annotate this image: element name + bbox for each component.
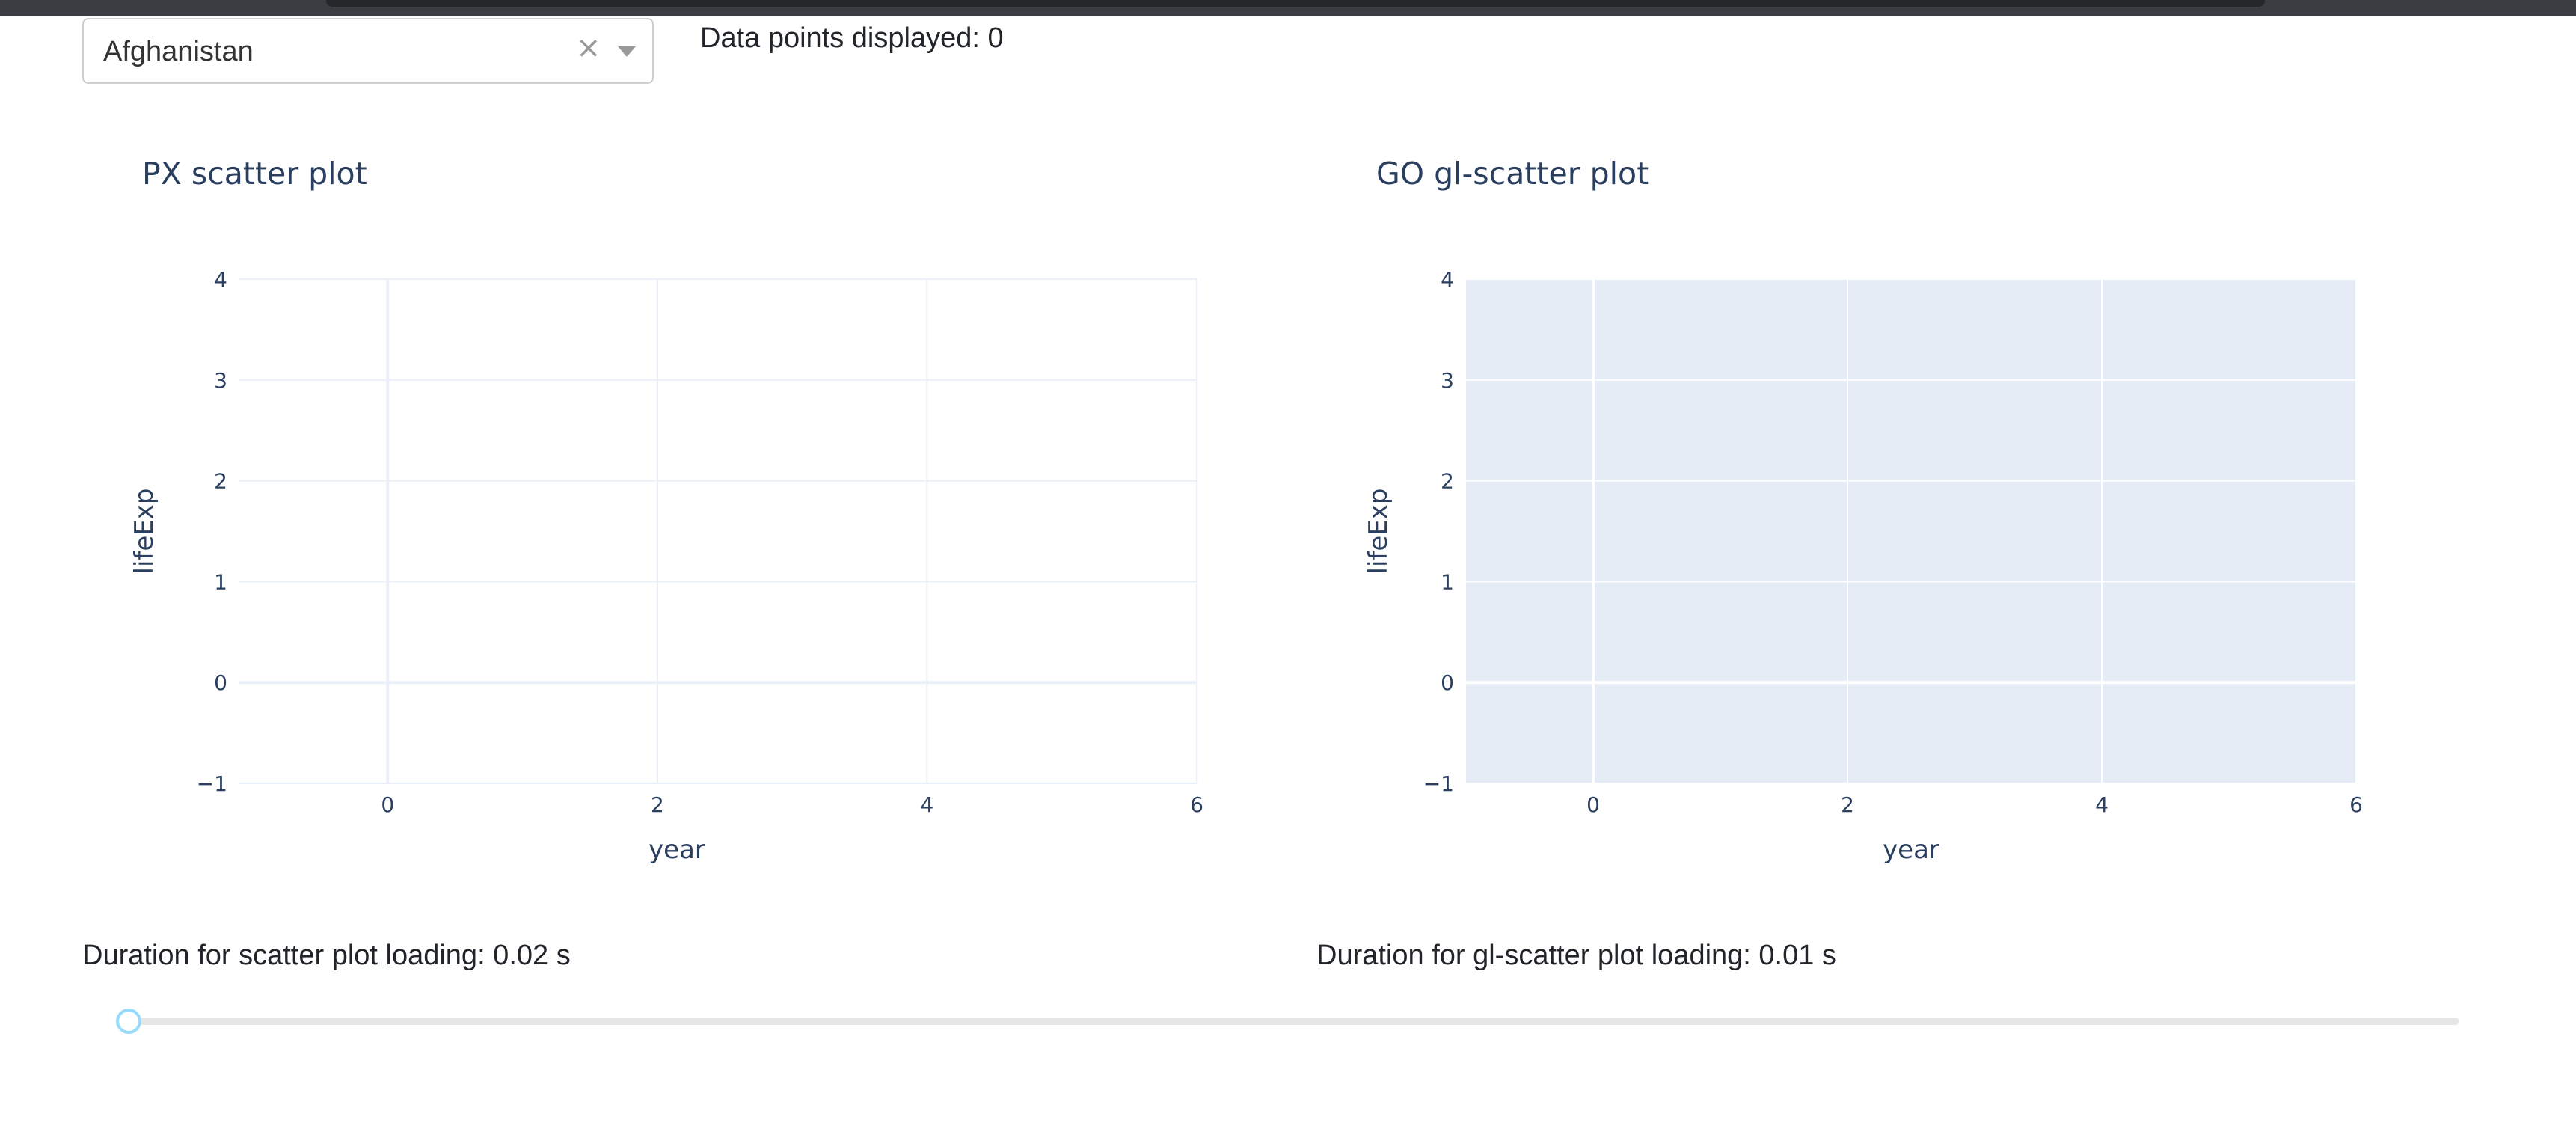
y-tick-label: 4 — [214, 267, 227, 292]
go-x-axis-title: year — [1883, 835, 1939, 865]
px-y-axis-title: lifeExp — [129, 489, 159, 575]
y-tick-label: 3 — [1441, 368, 1454, 393]
scatter-duration-text: Duration for scatter plot loading: 0.02 … — [82, 940, 571, 971]
go-y-ticks: −1 0 1 2 3 4 — [1423, 267, 1454, 796]
y-tick-label: 1 — [214, 569, 227, 594]
y-tick-label: 2 — [1441, 469, 1454, 494]
px-plot-area[interactable] — [239, 279, 1197, 783]
y-tick-label: 4 — [1441, 267, 1454, 292]
px-x-axis-title: year — [648, 835, 705, 865]
data-points-count: Data points displayed: 0 — [700, 22, 1004, 54]
go-glscatter-chart[interactable]: GO gl-scatter plot 0 2 4 6 −1 0 1 2 3 4 year lif… — [1309, 127, 2536, 883]
x-tick-label: 2 — [651, 792, 664, 817]
y-tick-label: −1 — [197, 771, 227, 796]
y-tick-label: −1 — [1423, 771, 1454, 796]
x-tick-label: 0 — [381, 792, 394, 817]
px-y-ticks: −1 0 1 2 3 4 — [197, 267, 227, 796]
country-dropdown[interactable]: Afghanistan × — [82, 18, 654, 84]
browser-tab-strip — [326, 0, 2265, 7]
go-chart-title: GO gl-scatter plot — [1376, 156, 1649, 192]
go-y-axis-title: lifeExp — [1364, 489, 1393, 575]
px-scatter-chart[interactable]: PX scatter plot 0 2 4 6 −1 0 1 2 3 4 year lifeEx… — [75, 127, 1301, 883]
go-glscatter-svg[interactable]: GO gl-scatter plot 0 2 4 6 −1 0 1 2 3 4 year lif… — [1309, 127, 2536, 883]
slider-handle[interactable] — [116, 1009, 141, 1034]
glscatter-duration-text: Duration for gl-scatter plot loading: 0.… — [1316, 940, 1836, 971]
chevron-down-icon[interactable] — [618, 46, 636, 57]
browser-top-bar — [0, 0, 2576, 16]
px-scatter-svg[interactable]: PX scatter plot 0 2 4 6 −1 0 1 2 3 4 year lifeEx… — [75, 127, 1301, 883]
px-x-ticks: 0 2 4 6 — [381, 792, 1203, 817]
x-tick-label: 0 — [1586, 792, 1600, 817]
y-tick-label: 0 — [1441, 670, 1454, 695]
y-tick-label: 1 — [1441, 569, 1454, 594]
slider-track[interactable] — [129, 1018, 2459, 1025]
y-tick-label: 3 — [214, 368, 227, 393]
x-tick-label: 4 — [921, 792, 934, 817]
x-tick-label: 6 — [1190, 792, 1203, 817]
go-plot-area[interactable] — [1466, 279, 2356, 783]
x-tick-label: 4 — [2095, 792, 2109, 817]
clear-icon[interactable]: × — [576, 33, 601, 63]
x-tick-label: 2 — [1841, 792, 1854, 817]
go-x-ticks: 0 2 4 6 — [1586, 792, 2363, 817]
px-chart-title: PX scatter plot — [142, 156, 367, 192]
y-tick-label: 2 — [214, 469, 227, 494]
y-tick-label: 0 — [214, 670, 227, 695]
x-tick-label: 6 — [2349, 792, 2363, 817]
country-dropdown-value: Afghanistan — [103, 36, 254, 67]
